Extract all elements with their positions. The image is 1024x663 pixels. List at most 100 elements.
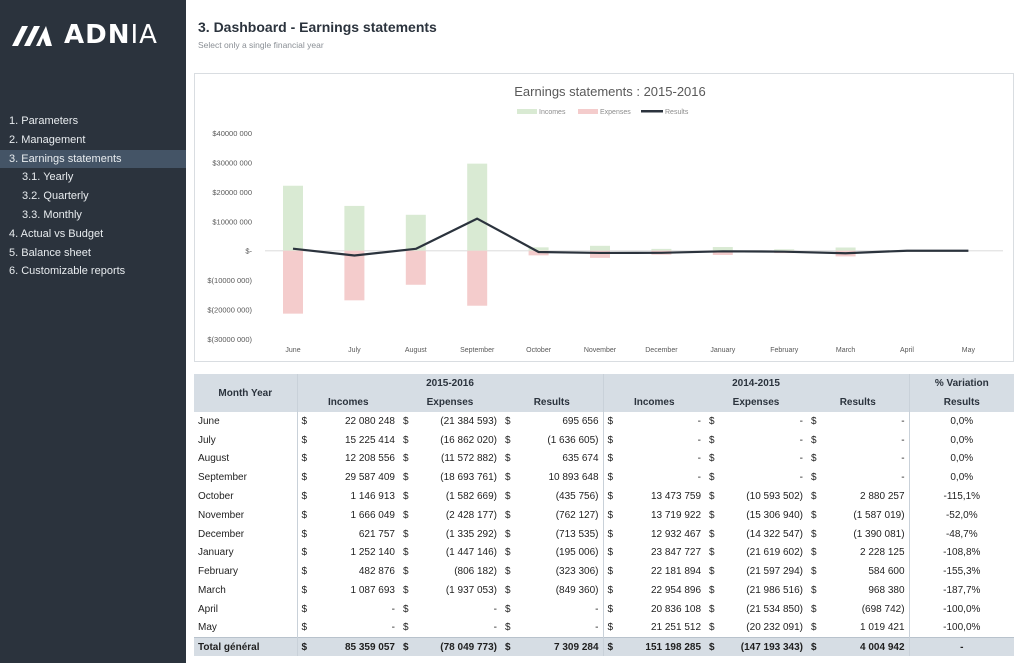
expenses-y1-cell: (1 335 292) — [445, 528, 497, 540]
y-tick-label: $30000 000 — [212, 158, 252, 167]
x-tick-label-march: March — [836, 347, 856, 354]
incomes-y1-cell: - — [391, 622, 395, 634]
currency-symbol: $ — [602, 618, 618, 638]
incomes-y1-cell: 482 876 — [358, 566, 395, 578]
results-y2-cell: 2 228 125 — [860, 547, 905, 559]
sidebar-item-parameters[interactable]: 1. Parameters — [0, 112, 186, 131]
currency-symbol: $ — [501, 637, 515, 657]
currency-symbol: $ — [602, 412, 618, 431]
variation-cell: 0,0% — [908, 449, 1015, 469]
results-y1-cell: 695 656 — [562, 415, 599, 427]
currency-symbol: $ — [811, 585, 817, 597]
sidebar-item-management[interactable]: 2. Management — [0, 131, 186, 150]
sidebar-item-balance-sheet[interactable]: 5. Balance sheet — [0, 244, 186, 263]
legend-swatch-expenses — [578, 109, 598, 114]
incomes-y1-cell: 1 087 693 — [350, 585, 396, 597]
expenses-y2-cell: (14 322 547) — [746, 528, 804, 540]
x-tick-label-september: September — [460, 347, 495, 354]
currency-symbol: $ — [505, 453, 511, 465]
results-y2-cell: 584 600 — [868, 566, 905, 578]
incomes-y1-cell: 85 359 057 — [311, 637, 399, 657]
currency-symbol: $ — [811, 547, 817, 559]
currency-symbol: $ — [505, 491, 511, 503]
expense-bar-july — [344, 250, 365, 301]
incomes-y2-cell: 22 954 896 — [650, 585, 702, 597]
currency-symbol: $ — [811, 622, 817, 634]
currency-symbol: $ — [403, 509, 409, 521]
variation-cell: - — [908, 637, 1015, 657]
sidebar-item-yearly[interactable]: 3.1. Yearly — [0, 168, 186, 187]
month-cell: Total général — [194, 637, 297, 657]
expenses-y2-cell: (21 619 602) — [746, 547, 804, 559]
expenses-y2-cell: - — [799, 472, 804, 484]
variation-cell: -187,7% — [908, 581, 1015, 600]
results-y1-cell: - — [595, 603, 599, 615]
incomes-y2-cell: 12 932 467 — [650, 528, 702, 540]
results-y2-cell: 1 019 421 — [860, 622, 905, 634]
currency-symbol: $ — [709, 547, 715, 559]
expenses-y1-cell: (1 582 669) — [445, 491, 497, 503]
expenses-y2-cell: (10 593 502) — [746, 491, 804, 503]
variation-cell: -108,8% — [908, 543, 1015, 563]
sidebar-item-quarterly[interactable]: 3.2. Quarterly — [0, 187, 186, 206]
currency-symbol: $ — [505, 528, 511, 540]
incomes-y1-cell: 22 080 248 — [344, 415, 395, 427]
month-cell: April — [198, 603, 219, 615]
results-y2-cell: - — [901, 434, 905, 446]
incomes-y1-cell: 621 757 — [358, 528, 395, 540]
results-y2-cell: 4 004 942 — [821, 637, 910, 657]
results-y1-cell: (195 006) — [555, 547, 599, 559]
month-cell: October — [198, 491, 234, 503]
currency-symbol: $ — [505, 622, 511, 634]
currency-symbol: $ — [602, 524, 618, 544]
results-y2-cell: - — [901, 415, 905, 427]
currency-symbol: $ — [296, 505, 311, 525]
table-row: June $22 080 248 $ (21 384 593) $695 656 $ - $ -… — [194, 412, 1015, 431]
currency-symbol: $ — [296, 468, 311, 488]
sidebar-item-customizable-reports[interactable]: 6. Customizable reports — [0, 262, 186, 281]
currency-symbol: $ — [807, 637, 822, 657]
page-title: 3. Dashboard - Earnings statements — [198, 19, 437, 35]
currency-symbol: $ — [709, 528, 715, 540]
variation-cell: -100,0% — [908, 599, 1015, 619]
currency-symbol: $ — [505, 603, 511, 615]
expense-bar-august — [405, 250, 426, 285]
sidebar-item-actual-vs-budget[interactable]: 4. Actual vs Budget — [0, 225, 186, 244]
incomes-y2-cell: - — [697, 472, 702, 484]
brand-logo[interactable]: ADNIA — [10, 20, 158, 50]
results-y2-cell: (1 390 081) — [853, 528, 905, 540]
legend-label-expenses: Expenses — [600, 109, 631, 116]
results-line — [292, 217, 969, 257]
results-y2-cell: (1 587 019) — [853, 509, 905, 521]
income-bar-february — [774, 249, 795, 251]
expense-bar-september — [467, 250, 488, 306]
legend-swatch-results — [641, 110, 663, 113]
currency-symbol: $ — [811, 566, 817, 578]
currency-symbol: $ — [296, 637, 311, 657]
results-y1-cell: 7 309 284 — [515, 637, 604, 657]
x-tick-label-november: November — [584, 347, 617, 354]
currency-symbol: $ — [296, 412, 311, 431]
x-tick-label-april: April — [900, 347, 914, 354]
currency-symbol: $ — [709, 491, 715, 503]
expenses-y1-cell: (18 693 761) — [440, 472, 497, 484]
currency-symbol: $ — [602, 581, 618, 600]
month-cell: June — [198, 415, 220, 427]
sidebar-item-monthly[interactable]: 3.3. Monthly — [0, 206, 186, 225]
currency-symbol: $ — [505, 434, 511, 446]
results-y2-cell: (698 742) — [861, 603, 905, 615]
variation-cell: 0,0% — [908, 468, 1015, 488]
variation-cell: 0,0% — [908, 430, 1015, 450]
table-row: January $1 252 140 $ (1 447 146) $ (195 006) $… — [194, 543, 1015, 563]
table-row: February $482 876 $ (806 182) $ (323 306) $22 … — [194, 562, 1015, 582]
incomes-y1-cell: - — [391, 603, 395, 615]
currency-symbol: $ — [403, 528, 409, 540]
expenses-y1-cell: (78 049 773) — [413, 637, 501, 657]
currency-symbol: $ — [602, 487, 618, 506]
currency-symbol: $ — [709, 415, 715, 427]
currency-symbol: $ — [296, 449, 311, 469]
sidebar-item-earnings-statements[interactable]: 3. Earnings statements — [0, 149, 186, 169]
y-tick-label: $(30000 000) — [207, 335, 252, 344]
incomes-y2-cell: 13 473 759 — [650, 491, 702, 503]
variation-cell: -155,3% — [908, 562, 1015, 582]
